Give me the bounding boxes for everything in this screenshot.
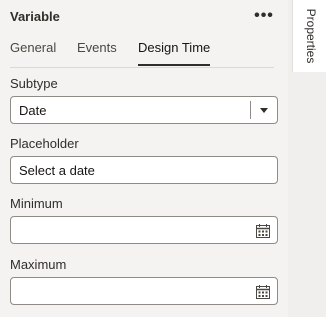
minimum-date-input[interactable] (10, 216, 278, 244)
maximum-label: Maximum (10, 257, 67, 272)
panel-header: Variable ••• (10, 6, 276, 26)
tab-bar: General Events Design Time (10, 40, 274, 68)
tab-events[interactable]: Events (77, 40, 117, 66)
tab-general[interactable]: General (10, 40, 56, 66)
more-icon[interactable]: ••• (252, 8, 276, 24)
calendar-icon[interactable] (255, 223, 271, 239)
minimum-label: Minimum (10, 196, 63, 211)
tab-properties[interactable]: Properties (292, 0, 326, 72)
select-divider (250, 101, 251, 119)
maximum-date-input[interactable] (10, 277, 278, 305)
placeholder-label: Placeholder (10, 136, 79, 151)
side-rail: Properties (292, 0, 326, 317)
panel-title: Variable (10, 8, 60, 24)
properties-panel: Variable ••• General Events Design Time … (0, 0, 288, 317)
tab-design-time[interactable]: Design Time (138, 40, 211, 66)
chevron-down-icon[interactable] (260, 108, 268, 113)
subtype-select[interactable]: Date (10, 96, 278, 124)
calendar-icon[interactable] (255, 284, 271, 300)
subtype-value: Date (19, 103, 47, 118)
properties-tab-label: Properties (304, 8, 318, 64)
placeholder-value: Select a date (19, 163, 95, 178)
subtype-label: Subtype (10, 76, 58, 91)
placeholder-input[interactable]: Select a date (10, 156, 278, 184)
